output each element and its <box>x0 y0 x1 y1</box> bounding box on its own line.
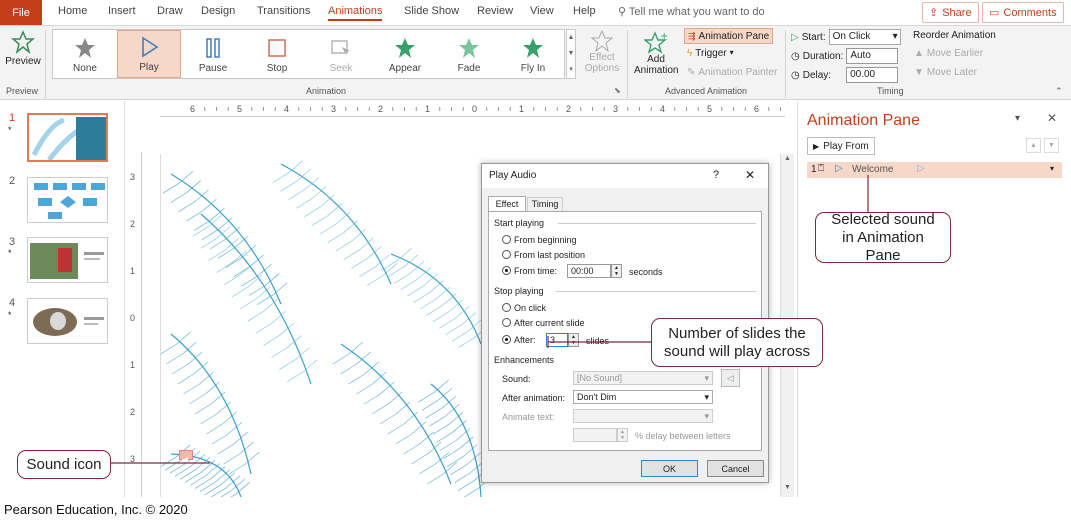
callout-sound-icon: Sound icon <box>17 450 111 479</box>
callout-text: Selected sound in Animation Pane <box>831 210 935 264</box>
callout-number-of-slides: Number of slides the sound will play acr… <box>651 318 823 367</box>
callout-selected-sound: Selected sound in Animation Pane <box>815 210 951 264</box>
copyright-footer: Pearson Education, Inc. © 2020 <box>4 502 188 517</box>
callout-text: Number of slides the sound will play acr… <box>664 324 810 360</box>
callout-text: Sound icon <box>26 455 102 473</box>
